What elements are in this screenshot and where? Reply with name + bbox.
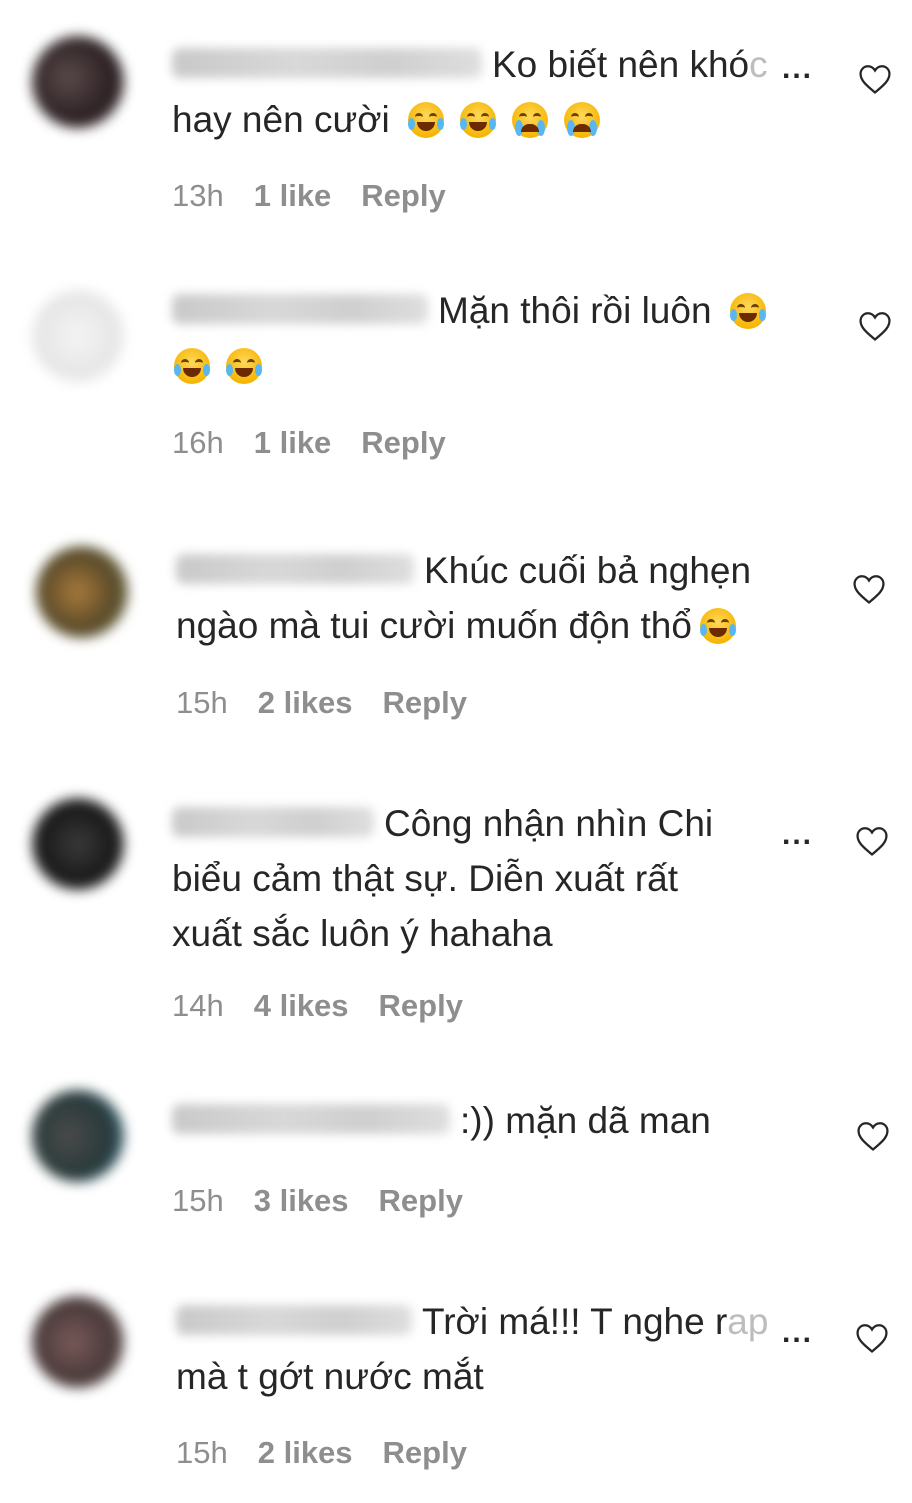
reply-button[interactable]: Reply xyxy=(361,425,445,460)
timestamp: 16h xyxy=(172,425,224,460)
avatar[interactable] xyxy=(32,1296,124,1388)
likes-count[interactable]: 1 like xyxy=(254,178,332,213)
likes-count[interactable]: 2 likes xyxy=(258,1435,353,1470)
avatar[interactable] xyxy=(32,1090,124,1182)
heart-icon[interactable] xyxy=(855,1322,889,1354)
timestamp: 15h xyxy=(176,685,228,720)
username-blurred[interactable] xyxy=(176,554,414,585)
crying-face-emoji xyxy=(563,102,600,138)
username-blurred[interactable] xyxy=(172,1104,450,1135)
username-blurred[interactable] xyxy=(172,807,374,838)
comment-text: Trời má!!! T nghe rap mà t gớt nước mắt xyxy=(176,1301,769,1397)
reply-button[interactable]: Reply xyxy=(361,178,445,213)
more-options-button[interactable]: ... xyxy=(772,52,818,86)
comment-meta: 13h 1 like Reply xyxy=(172,178,476,214)
tears-of-joy-emoji xyxy=(407,102,444,138)
comment-meta: 14h 4 likes Reply xyxy=(172,988,493,1024)
reply-button[interactable]: Reply xyxy=(383,1435,467,1470)
heart-icon[interactable] xyxy=(858,63,892,95)
avatar[interactable] xyxy=(32,290,124,382)
reply-button[interactable]: Reply xyxy=(379,988,463,1023)
tears-of-joy-emoji xyxy=(699,608,736,644)
comment-meta: 15h 3 likes Reply xyxy=(172,1183,493,1219)
tears-of-joy-emoji xyxy=(729,293,766,329)
timestamp: 15h xyxy=(176,1435,228,1470)
avatar[interactable] xyxy=(36,546,128,638)
crying-face-emoji xyxy=(511,102,548,138)
comment-text: Mặn thôi rồi luôn xyxy=(172,283,774,393)
username-blurred[interactable] xyxy=(172,48,482,79)
likes-count[interactable]: 2 likes xyxy=(258,685,353,720)
comment-meta: 16h 1 like Reply xyxy=(172,425,476,461)
reply-button[interactable]: Reply xyxy=(379,1183,463,1218)
timestamp: 13h xyxy=(172,178,224,213)
heart-icon[interactable] xyxy=(852,573,886,605)
more-options-button[interactable]: ... xyxy=(772,818,818,852)
tears-of-joy-emoji xyxy=(459,102,496,138)
likes-count[interactable]: 1 like xyxy=(254,425,332,460)
heart-icon[interactable] xyxy=(856,1120,890,1152)
heart-icon[interactable] xyxy=(858,310,892,342)
avatar[interactable] xyxy=(32,36,124,128)
comment-text: Khúc cuối bả nghẹn ngào mà tui cười muốn… xyxy=(176,550,752,646)
tears-of-joy-emoji xyxy=(174,348,210,384)
comment-meta: 15h 2 likes Reply xyxy=(176,1435,497,1471)
username-blurred[interactable] xyxy=(172,294,428,325)
tears-of-joy-emoji xyxy=(226,348,262,384)
timestamp: 15h xyxy=(172,1183,224,1218)
reply-button[interactable]: Reply xyxy=(383,685,467,720)
comment-text: Ko biết nên khóc hay nên cười xyxy=(172,44,768,140)
username-blurred[interactable] xyxy=(176,1305,412,1336)
more-options-button[interactable]: ... xyxy=(772,1316,818,1350)
comment-text: :)) mặn dã man xyxy=(172,1093,711,1148)
heart-icon[interactable] xyxy=(855,825,889,857)
likes-count[interactable]: 3 likes xyxy=(254,1183,349,1218)
likes-count[interactable]: 4 likes xyxy=(254,988,349,1023)
avatar[interactable] xyxy=(32,798,124,890)
comment-text: Công nhận nhìn Chi biểu cảm thật sự. Diễ… xyxy=(172,803,714,954)
comment-meta: 15h 2 likes Reply xyxy=(176,685,497,721)
timestamp: 14h xyxy=(172,988,224,1023)
